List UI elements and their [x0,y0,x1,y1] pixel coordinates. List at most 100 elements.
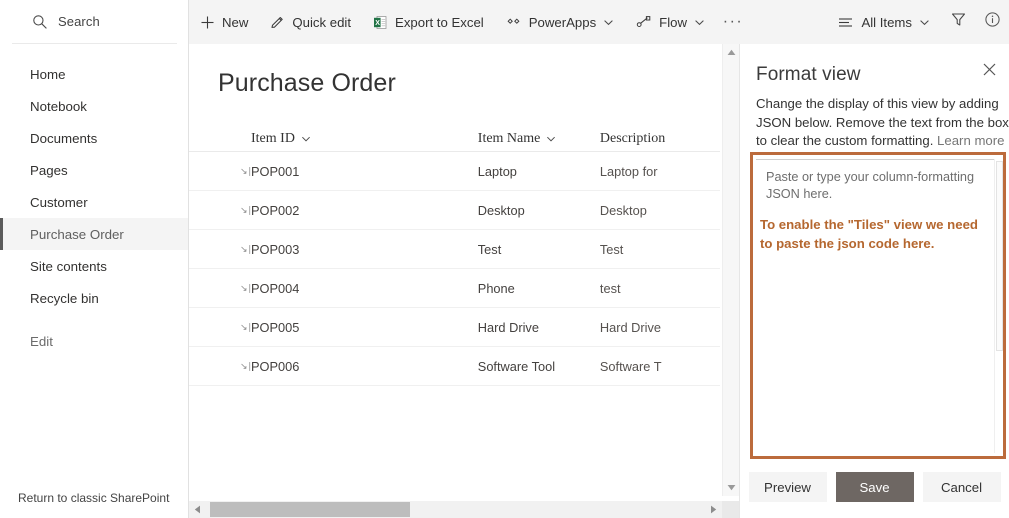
quick-edit-label: Quick edit [292,15,351,30]
powerapps-button[interactable]: PowerApps [495,0,625,44]
cancel-button[interactable]: Cancel [923,472,1001,502]
sidebar-item-label: Edit [30,334,53,349]
table-row[interactable]: ↘∣ POP006 Software Tool Software T [189,347,722,386]
cell-item-name: Phone [478,281,600,296]
row-marker-icon: ↘∣ [240,323,252,332]
column-header-label: Item Name [478,131,541,147]
filter-icon [950,11,967,33]
horizontal-scroll-thumb[interactable] [210,502,410,517]
row-marker-icon: ↘∣ [240,284,252,293]
cell-item-id: ↘∣ POP002 [189,203,478,218]
list-area: Purchase Order Item ID Item Name [189,44,722,518]
sidebar-item-customer[interactable]: Customer [0,186,188,218]
table-row[interactable]: ↘∣ POP005 Hard Drive Hard Drive [189,308,722,347]
sidebar-nav: Home Notebook Documents Pages Customer P… [0,44,188,357]
cell-description: Desktop [600,203,722,218]
flow-button[interactable]: Flow [625,0,716,44]
cell-value: POP003 [251,242,299,257]
cell-item-name: Hard Drive [478,320,600,335]
new-label: New [222,15,248,30]
column-header-description[interactable]: Description [600,131,722,147]
preview-button[interactable]: Preview [749,472,827,502]
cell-item-id: ↘∣ POP006 [189,359,478,374]
cell-value: POP006 [251,359,299,374]
close-panel-button[interactable] [975,58,1003,86]
panel-header: Format view [740,44,1009,86]
json-editor-inner[interactable]: Paste or type your column-formatting JSO… [756,159,994,453]
sidebar-item-purchase-order[interactable]: Purchase Order [0,218,188,250]
sidebar-item-recycle-bin[interactable]: Recycle bin [0,282,188,314]
sidebar-item-label: Notebook [30,99,87,114]
cell-value: POP004 [251,281,299,296]
sidebar-item-label: Home [30,67,65,82]
filter-button[interactable] [941,0,975,44]
annotation-text: To enable the "Tiles" view we need to pa… [756,203,994,253]
save-button[interactable]: Save [836,472,914,502]
table-row[interactable]: ↘∣ POP004 Phone test [189,269,722,308]
cell-item-id: ↘∣ POP004 [189,281,478,296]
chevron-down-icon [919,17,930,28]
list-view-icon [838,16,854,29]
export-to-excel-button[interactable]: X Export to Excel [362,0,495,44]
sidebar-item-label: Recycle bin [30,291,99,306]
list-vertical-scrollbar[interactable] [722,44,739,496]
table-row[interactable]: ↘∣ POP003 Test Test [189,230,722,269]
view-selector-button[interactable]: All Items [827,0,941,44]
table-header-row: Item ID Item Name [189,124,722,152]
export-to-excel-label: Export to Excel [395,15,484,30]
sidebar-item-site-contents[interactable]: Site contents [0,250,188,282]
table-row[interactable]: ↘∣ POP002 Desktop Desktop [189,191,722,230]
new-button[interactable]: New [189,0,259,44]
horizontal-scroll-track[interactable] [206,501,705,518]
cell-item-name: Desktop [478,203,600,218]
sidebar-item-label: Pages [30,163,68,178]
cell-item-id: ↘∣ POP003 [189,242,478,257]
sidebar-item-pages[interactable]: Pages [0,154,188,186]
cell-description: test [600,281,722,296]
scroll-down-arrow-icon[interactable] [723,479,740,496]
return-to-classic-sharepoint-link[interactable]: Return to classic SharePoint [18,491,169,505]
json-editor-box[interactable]: Paste or type your column-formatting JSO… [750,152,1006,459]
scroll-right-arrow-icon[interactable] [705,501,722,518]
sidebar: Search Home Notebook Documents Pages Cus… [0,0,189,518]
cell-item-name: Laptop [478,164,600,179]
column-header-label: Item ID [251,131,295,147]
sidebar-item-notebook[interactable]: Notebook [0,90,188,122]
scroll-left-arrow-icon[interactable] [189,501,206,518]
chevron-down-icon [546,134,556,144]
powerapps-icon [506,15,522,30]
cell-item-name: Software Tool [478,359,600,374]
column-header-item-id[interactable]: Item ID [189,131,478,147]
excel-icon: X [373,15,388,30]
cell-item-id: ↘∣ POP005 [189,320,478,335]
json-editor-scrollbar[interactable] [994,159,1003,453]
search-box[interactable]: Search [12,0,177,44]
json-scroll-thumb[interactable] [996,161,1003,351]
view-label: All Items [861,15,912,30]
plus-icon [200,15,215,30]
sidebar-item-edit[interactable]: Edit [0,325,188,357]
column-header-item-name[interactable]: Item Name [478,131,600,147]
more-commands-button[interactable]: ··· [716,0,750,44]
table-row[interactable]: ↘∣ POP001 Laptop Laptop for [189,152,722,191]
sidebar-divider [0,314,188,325]
scroll-up-arrow-icon[interactable] [723,44,740,61]
sidebar-item-label: Documents [30,131,97,146]
search-icon [32,14,48,30]
powerapps-label: PowerApps [529,15,596,30]
sharepoint-list-page: Search Home Notebook Documents Pages Cus… [0,0,1009,518]
info-button[interactable] [975,0,1009,44]
list-horizontal-scrollbar[interactable] [189,501,722,518]
flow-icon [636,15,652,30]
close-icon [983,63,996,81]
sidebar-item-home[interactable]: Home [0,58,188,90]
list-table: Item ID Item Name [189,124,722,386]
quick-edit-button[interactable]: Quick edit [259,0,362,44]
row-marker-icon: ↘∣ [240,245,252,254]
vertical-scroll-thumb[interactable] [724,61,739,479]
learn-more-link[interactable]: Learn more [937,133,1004,148]
page-title: Purchase Order [189,44,722,98]
format-view-panel: Format view Change the display of this v… [739,44,1009,518]
sidebar-item-documents[interactable]: Documents [0,122,188,154]
json-editor-placeholder: Paste or type your column-formatting JSO… [756,160,994,203]
